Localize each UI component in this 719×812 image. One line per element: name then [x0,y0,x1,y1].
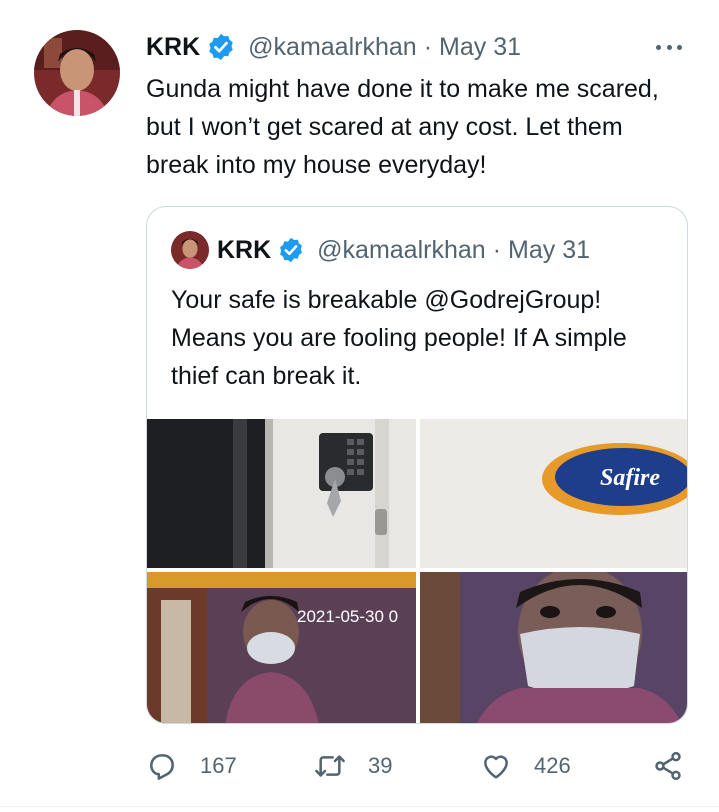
more-options-icon[interactable] [652,36,686,58]
tweet-header: KRK @kamaalrkhan · May 31 [146,30,521,64]
cctv-frame-1[interactable]: 2021-05-30 0 [147,572,416,723]
safe-lock-photo[interactable] [147,419,416,568]
quoted-author-avatar[interactable] [171,231,209,269]
tweet-text: Gunda might have done it to make me scar… [146,75,659,179]
separator-dot: · [423,32,433,61]
reply-icon [150,754,174,780]
share-button[interactable] [652,746,684,786]
quoted-tweet[interactable]: KRK @kamaalrkhan · May 31 Your safe is b… [146,206,688,724]
author-name[interactable]: KRK [146,33,200,62]
safire-logo-photo[interactable]: Safire [420,419,687,568]
tweet-date[interactable]: May 31 [439,33,521,62]
retweet-button[interactable]: 39 [314,746,392,786]
share-icon [655,751,681,781]
safire-logo-text: Safire [600,465,660,491]
reply-count: 167 [200,753,237,778]
like-button[interactable]: 426 [480,746,571,786]
separator-dot: · [492,235,502,264]
reply-button[interactable]: 167 [146,746,237,786]
heart-icon [484,755,508,779]
quoted-tweet-date: May 31 [508,235,590,264]
cctv-timestamp: 2021-05-30 0 [297,607,398,626]
cctv-frame-2[interactable] [420,572,687,723]
divider [0,806,719,807]
tweet-actions: 167 39 426 [146,746,691,786]
author-avatar[interactable] [34,30,120,116]
verified-badge-icon [280,237,303,263]
quoted-tweet-text: Your safe is breakable @GodrejGroup! Mea… [171,286,627,390]
quoted-tweet-header: KRK @kamaalrkhan · May 31 [217,232,590,268]
quoted-author-handle: @kamaalrkhan [317,235,486,264]
retweet-icon [315,755,345,777]
quoted-author-name: KRK [217,235,272,264]
media-grid: Safire 2021-05-30 0 [147,419,687,723]
author-handle[interactable]: @kamaalrkhan [248,33,417,62]
verified-badge-icon [209,33,233,61]
like-count: 426 [534,753,571,778]
retweet-count: 39 [368,753,393,778]
tweet[interactable]: KRK @kamaalrkhan · May 31 Gunda might ha… [0,0,719,812]
